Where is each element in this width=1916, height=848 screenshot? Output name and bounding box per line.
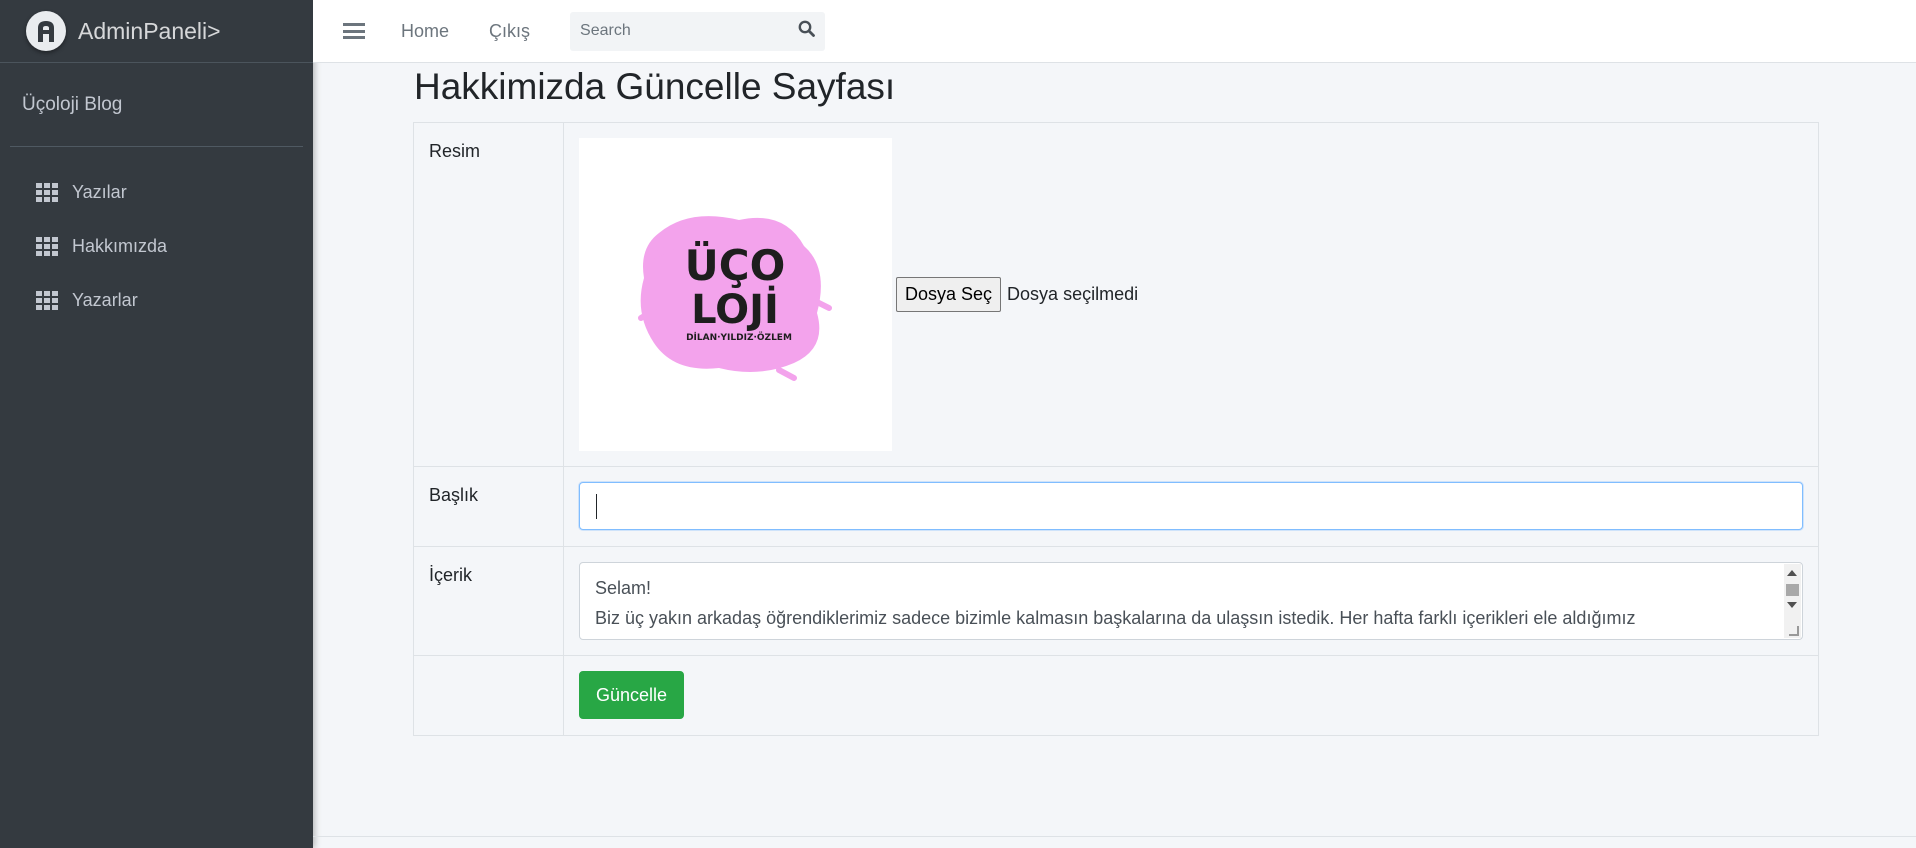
logo-subtext: DİLAN·YILDIZ·ÖZLEM — [686, 332, 792, 343]
sidebar-item-hakkimizda[interactable]: Hakkımızda — [0, 219, 313, 273]
brand-logo-icon — [26, 11, 66, 51]
logout-link[interactable]: Çıkış — [489, 21, 530, 42]
scroll-thumb[interactable] — [1786, 584, 1799, 596]
user-name[interactable]: Üçoloji Blog — [22, 94, 122, 116]
title-row: Başlık — [413, 466, 1819, 547]
logo-text-line2: LOJİ — [691, 285, 779, 333]
search-box — [570, 11, 826, 51]
content-line: Selam! — [595, 578, 652, 598]
scroll-up-arrow-icon[interactable] — [1787, 570, 1797, 576]
sidebar-item-yazarlar[interactable]: Yazarlar — [0, 273, 313, 327]
footer-divider — [313, 836, 1916, 837]
grid-icon — [36, 183, 58, 202]
grid-icon — [36, 291, 58, 310]
logo-image-preview: ÜÇO LOJİ DİLAN·YILDIZ·ÖZLEM — [579, 138, 892, 451]
content-textarea[interactable]: Selam! Biz üç yakın arkadaş öğrendikleri… — [579, 562, 1803, 640]
update-button[interactable]: Güncelle — [579, 671, 685, 719]
search-input[interactable] — [580, 22, 781, 40]
search-icon[interactable] — [798, 20, 815, 42]
image-row: Resim ÜÇO LOJİ DİLAN·YILDIZ·ÖZLEM Dosya … — [413, 122, 1819, 467]
sidebar-item-label: Yazarlar — [72, 289, 138, 310]
sidebar-nav: Yazılar Hakkımızda Yazarlar — [0, 165, 313, 327]
resize-handle-icon[interactable] — [1789, 626, 1799, 636]
grid-icon — [36, 237, 58, 256]
home-link[interactable]: Home — [401, 21, 449, 42]
sidebar-item-label: Yazılar — [72, 181, 127, 202]
title-input[interactable] — [579, 482, 1803, 530]
page-title: Hakkimizda Güncelle Sayfası — [414, 66, 896, 107]
text-caret — [596, 494, 597, 519]
title-label: Başlık — [413, 466, 564, 547]
user-panel[interactable]: Üçoloji Blog — [10, 63, 303, 147]
content-label: İçerik — [413, 546, 564, 656]
content-line: Biz üç yakın arkadaş öğrendiklerimiz sad… — [595, 608, 1636, 628]
button-row: Güncelle — [413, 655, 1819, 736]
hamburger-menu-icon[interactable] — [343, 23, 365, 39]
sidebar-item-label: Hakkımızda — [72, 235, 168, 256]
brand-link[interactable]: AdminPaneli> — [0, 0, 313, 63]
brand-text: AdminPaneli> — [78, 17, 221, 44]
logo-text-line1: ÜÇO — [685, 240, 786, 290]
choose-file-button[interactable]: Dosya Seç — [896, 277, 1002, 312]
image-label: Resim — [413, 122, 564, 467]
content-row: İçerik Selam! Biz üç yakın arkadaş öğren… — [413, 546, 1819, 656]
sidebar: AdminPaneli> Üçoloji Blog Yazılar Hakkım… — [0, 0, 313, 848]
file-status-text: Dosya seçilmedi — [1007, 284, 1139, 304]
top-navbar: Home Çıkış — [313, 0, 1916, 63]
sidebar-item-yazilar[interactable]: Yazılar — [0, 165, 313, 219]
update-form-table: Resim ÜÇO LOJİ DİLAN·YILDIZ·ÖZLEM Dosya … — [413, 122, 1819, 736]
scroll-down-arrow-icon[interactable] — [1787, 602, 1797, 608]
